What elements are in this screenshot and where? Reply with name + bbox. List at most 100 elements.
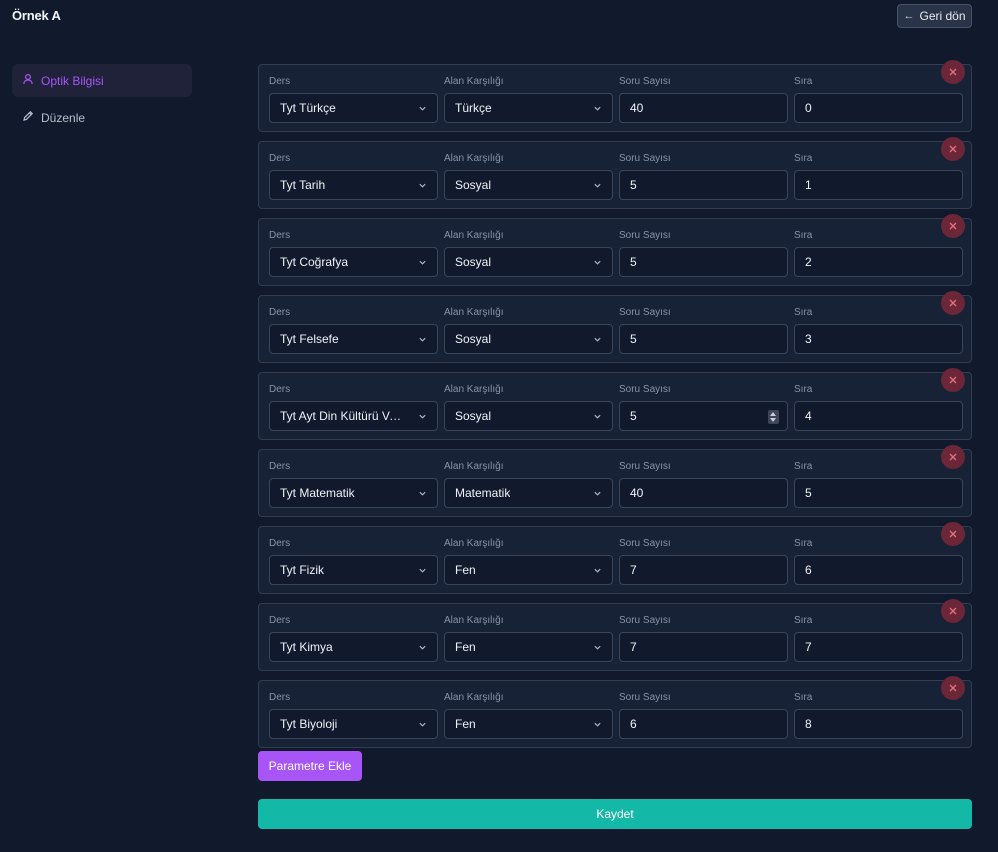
soru-input[interactable]: 5 bbox=[619, 324, 788, 354]
number-stepper-icon[interactable] bbox=[768, 410, 779, 424]
close-icon bbox=[949, 607, 957, 615]
sira-field: Sıra 0 bbox=[794, 77, 963, 123]
remove-row-button[interactable] bbox=[941, 368, 965, 392]
alan-value: Fen bbox=[455, 640, 476, 654]
ders-select[interactable]: Tyt Matematik bbox=[269, 478, 438, 508]
soru-input[interactable]: 7 bbox=[619, 632, 788, 662]
ders-select[interactable]: Tyt Biyoloji bbox=[269, 709, 438, 739]
remove-row-button[interactable] bbox=[941, 291, 965, 315]
soru-value: 5 bbox=[630, 178, 637, 192]
soru-input[interactable]: 40 bbox=[619, 93, 788, 123]
soru-field: Soru Sayısı 5 bbox=[619, 231, 788, 277]
remove-row-button[interactable] bbox=[941, 137, 965, 161]
add-parameter-button[interactable]: Parametre Ekle bbox=[258, 751, 362, 781]
sira-input[interactable]: 8 bbox=[794, 709, 963, 739]
back-button[interactable]: ← Geri dön bbox=[897, 4, 972, 28]
alan-select[interactable]: Sosyal bbox=[444, 247, 613, 277]
alan-label: Alan Karşılığı bbox=[444, 692, 504, 703]
remove-row-button[interactable] bbox=[941, 60, 965, 84]
alan-select[interactable]: Fen bbox=[444, 555, 613, 585]
chevron-down-icon bbox=[419, 722, 426, 727]
close-icon bbox=[949, 376, 957, 384]
sidebar-item-duzenle[interactable]: Düzenle bbox=[12, 101, 192, 134]
sira-field: Sıra 8 bbox=[794, 693, 963, 739]
alan-label: Alan Karşılığı bbox=[444, 384, 504, 395]
soru-field: Soru Sayısı 5 bbox=[619, 154, 788, 200]
soru-input[interactable]: 5 bbox=[619, 247, 788, 277]
soru-field: Soru Sayısı 6 bbox=[619, 693, 788, 739]
ders-select[interactable]: Tyt Kimya bbox=[269, 632, 438, 662]
soru-input[interactable]: 6 bbox=[619, 709, 788, 739]
ders-value: Tyt Ayt Din Kültürü Ve ... bbox=[280, 409, 405, 423]
alan-label: Alan Karşılığı bbox=[444, 76, 504, 87]
soru-field: Soru Sayısı 7 bbox=[619, 616, 788, 662]
soru-input[interactable]: 7 bbox=[619, 555, 788, 585]
sira-input[interactable]: 6 bbox=[794, 555, 963, 585]
arrow-left-icon: ← bbox=[903, 10, 915, 22]
alan-select[interactable]: Sosyal bbox=[444, 170, 613, 200]
alan-value: Sosyal bbox=[455, 332, 492, 346]
sira-input[interactable]: 1 bbox=[794, 170, 963, 200]
ders-select[interactable]: Tyt Fizik bbox=[269, 555, 438, 585]
sira-field: Sıra 7 bbox=[794, 616, 963, 662]
sidebar: Optik Bilgisi Düzenle bbox=[12, 64, 192, 138]
alan-select[interactable]: Fen bbox=[444, 709, 613, 739]
soru-label: Soru Sayısı bbox=[619, 307, 671, 318]
alan-select[interactable]: Fen bbox=[444, 632, 613, 662]
close-icon bbox=[949, 453, 957, 461]
chevron-down-icon bbox=[419, 183, 426, 188]
sidebar-item-optik-bilgisi[interactable]: Optik Bilgisi bbox=[12, 64, 192, 97]
ders-label: Ders bbox=[269, 615, 291, 626]
parameter-row: Ders Tyt Tarih Alan Karşılığı Sosyal Sor… bbox=[258, 137, 972, 209]
sira-value: 1 bbox=[805, 178, 812, 192]
soru-field: Soru Sayısı 40 bbox=[619, 462, 788, 508]
close-icon bbox=[949, 68, 957, 76]
ders-value: Tyt Tarih bbox=[280, 178, 326, 192]
soru-input[interactable]: 40 bbox=[619, 478, 788, 508]
soru-label: Soru Sayısı bbox=[619, 384, 671, 395]
sira-input[interactable]: 4 bbox=[794, 401, 963, 431]
ders-field: Ders Tyt Biyoloji bbox=[269, 693, 438, 739]
remove-row-button[interactable] bbox=[941, 599, 965, 623]
alan-label: Alan Karşılığı bbox=[444, 538, 504, 549]
remove-row-button[interactable] bbox=[941, 522, 965, 546]
ders-value: Tyt Biyoloji bbox=[280, 717, 338, 731]
sira-label: Sıra bbox=[794, 692, 813, 703]
soru-input[interactable]: 5 bbox=[619, 401, 788, 431]
sira-label: Sıra bbox=[794, 307, 813, 318]
sira-input[interactable]: 3 bbox=[794, 324, 963, 354]
ders-select[interactable]: Tyt Felsefe bbox=[269, 324, 438, 354]
page-title: Örnek A bbox=[12, 8, 61, 23]
alan-select[interactable]: Sosyal bbox=[444, 324, 613, 354]
ders-select[interactable]: Tyt Tarih bbox=[269, 170, 438, 200]
ders-label: Ders bbox=[269, 76, 291, 87]
alan-select[interactable]: Matematik bbox=[444, 478, 613, 508]
chevron-down-icon bbox=[419, 337, 426, 342]
sira-input[interactable]: 0 bbox=[794, 93, 963, 123]
alan-value: Türkçe bbox=[455, 101, 492, 115]
ders-select[interactable]: Tyt Ayt Din Kültürü Ve ... bbox=[269, 401, 438, 431]
alan-select[interactable]: Sosyal bbox=[444, 401, 613, 431]
parameter-row: Ders Tyt Matematik Alan Karşılığı Matema… bbox=[258, 445, 972, 517]
remove-row-button[interactable] bbox=[941, 445, 965, 469]
sira-input[interactable]: 2 bbox=[794, 247, 963, 277]
save-button[interactable]: Kaydet bbox=[258, 799, 972, 829]
ders-select[interactable]: Tyt Coğrafya bbox=[269, 247, 438, 277]
remove-row-button[interactable] bbox=[941, 214, 965, 238]
soru-label: Soru Sayısı bbox=[619, 76, 671, 87]
ders-field: Ders Tyt Fizik bbox=[269, 539, 438, 585]
sira-label: Sıra bbox=[794, 153, 813, 164]
sira-value: 4 bbox=[805, 409, 812, 423]
soru-label: Soru Sayısı bbox=[619, 230, 671, 241]
sira-field: Sıra 3 bbox=[794, 308, 963, 354]
remove-row-button[interactable] bbox=[941, 676, 965, 700]
ders-select[interactable]: Tyt Türkçe bbox=[269, 93, 438, 123]
close-icon bbox=[949, 222, 957, 230]
sira-input[interactable]: 7 bbox=[794, 632, 963, 662]
alan-select[interactable]: Türkçe bbox=[444, 93, 613, 123]
back-button-label: Geri dön bbox=[919, 9, 966, 23]
sira-value: 7 bbox=[805, 640, 812, 654]
ders-value: Tyt Matematik bbox=[280, 486, 355, 500]
soru-input[interactable]: 5 bbox=[619, 170, 788, 200]
sira-input[interactable]: 5 bbox=[794, 478, 963, 508]
